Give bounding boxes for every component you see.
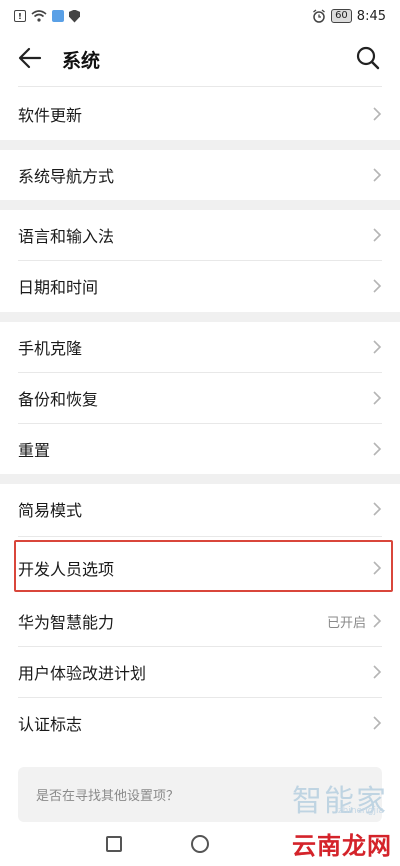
settings-item-label: 认证标志 xyxy=(18,715,83,734)
chevron-right-icon xyxy=(373,561,382,575)
settings-item-label: 日期和时间 xyxy=(18,278,99,297)
watermark-site: 云南龙网 xyxy=(292,832,392,860)
chevron-right-icon xyxy=(373,107,382,121)
chevron-right-icon xyxy=(373,228,382,242)
status-bar-left: ! xyxy=(14,9,80,23)
settings-item-backup-restore[interactable]: 备份和恢复 xyxy=(0,373,400,423)
settings-item-huawei-intelligence[interactable]: 华为智慧能力 已开启 xyxy=(0,596,400,646)
app-bar: 系统 xyxy=(0,32,400,84)
settings-item-label: 重置 xyxy=(18,441,51,460)
settings-item-software-update[interactable]: 软件更新 xyxy=(0,89,400,139)
settings-item-simple-mode[interactable]: 简易模式 xyxy=(0,484,400,534)
page-title: 系统 xyxy=(62,50,101,72)
section-gap xyxy=(0,140,400,150)
settings-item-language-input[interactable]: 语言和输入法 xyxy=(0,210,400,260)
sim-alert-icon: ! xyxy=(14,10,26,22)
settings-item-status: 已开启 xyxy=(326,615,366,631)
search-button[interactable] xyxy=(354,44,382,72)
settings-item-label: 开发人员选项 xyxy=(18,560,115,579)
settings-item-label: 备份和恢复 xyxy=(18,390,99,409)
home-button[interactable] xyxy=(191,835,209,853)
status-bar: ! 60 8:45 xyxy=(0,0,400,32)
settings-item-date-time[interactable]: 日期和时间 xyxy=(0,261,400,311)
settings-item-system-navigation[interactable]: 系统导航方式 xyxy=(0,150,400,200)
chevron-right-icon xyxy=(373,665,382,679)
search-icon xyxy=(356,46,380,70)
app-notification-icon xyxy=(52,10,64,22)
settings-item-user-experience[interactable]: 用户体验改进计划 xyxy=(0,647,400,697)
recent-apps-button[interactable] xyxy=(106,836,122,852)
settings-item-label: 用户体验改进计划 xyxy=(18,664,147,683)
settings-item-label: 手机克隆 xyxy=(18,339,83,358)
settings-item-label: 软件更新 xyxy=(18,106,83,125)
settings-item-label: 简易模式 xyxy=(18,501,83,520)
settings-item-phone-clone[interactable]: 手机克隆 xyxy=(0,322,400,372)
divider xyxy=(18,86,382,87)
section-gap xyxy=(0,200,400,210)
battery-indicator: 60 xyxy=(331,9,352,23)
status-time: 8:45 xyxy=(356,8,386,24)
chevron-right-icon xyxy=(373,391,382,405)
section-gap xyxy=(0,312,400,322)
section-gap xyxy=(0,474,400,484)
alarm-clock-icon xyxy=(313,9,325,23)
divider xyxy=(18,536,382,537)
search-suggestion-text: 是否在寻找其他设置项？ xyxy=(36,789,180,804)
settings-item-certification[interactable]: 认证标志 xyxy=(0,698,400,748)
chevron-right-icon xyxy=(373,340,382,354)
chevron-right-icon xyxy=(373,279,382,293)
watermark-brand-sub: zhinengjia xyxy=(337,806,384,816)
chevron-right-icon xyxy=(373,502,382,516)
back-button[interactable] xyxy=(16,44,44,72)
settings-item-reset[interactable]: 重置 xyxy=(0,424,400,474)
status-bar-right: 60 8:45 xyxy=(312,9,386,24)
chevron-right-icon xyxy=(373,716,382,730)
settings-item-label: 华为智慧能力 xyxy=(18,613,115,632)
settings-item-label: 系统导航方式 xyxy=(18,167,115,186)
wifi-icon xyxy=(31,10,47,22)
settings-item-label: 语言和输入法 xyxy=(18,227,115,246)
chevron-right-icon xyxy=(373,168,382,182)
back-arrow-icon xyxy=(18,47,42,69)
shield-icon xyxy=(69,9,80,23)
chevron-right-icon xyxy=(373,614,382,628)
chevron-right-icon xyxy=(373,442,382,456)
settings-item-developer-options[interactable]: 开发人员选项 xyxy=(0,543,400,593)
